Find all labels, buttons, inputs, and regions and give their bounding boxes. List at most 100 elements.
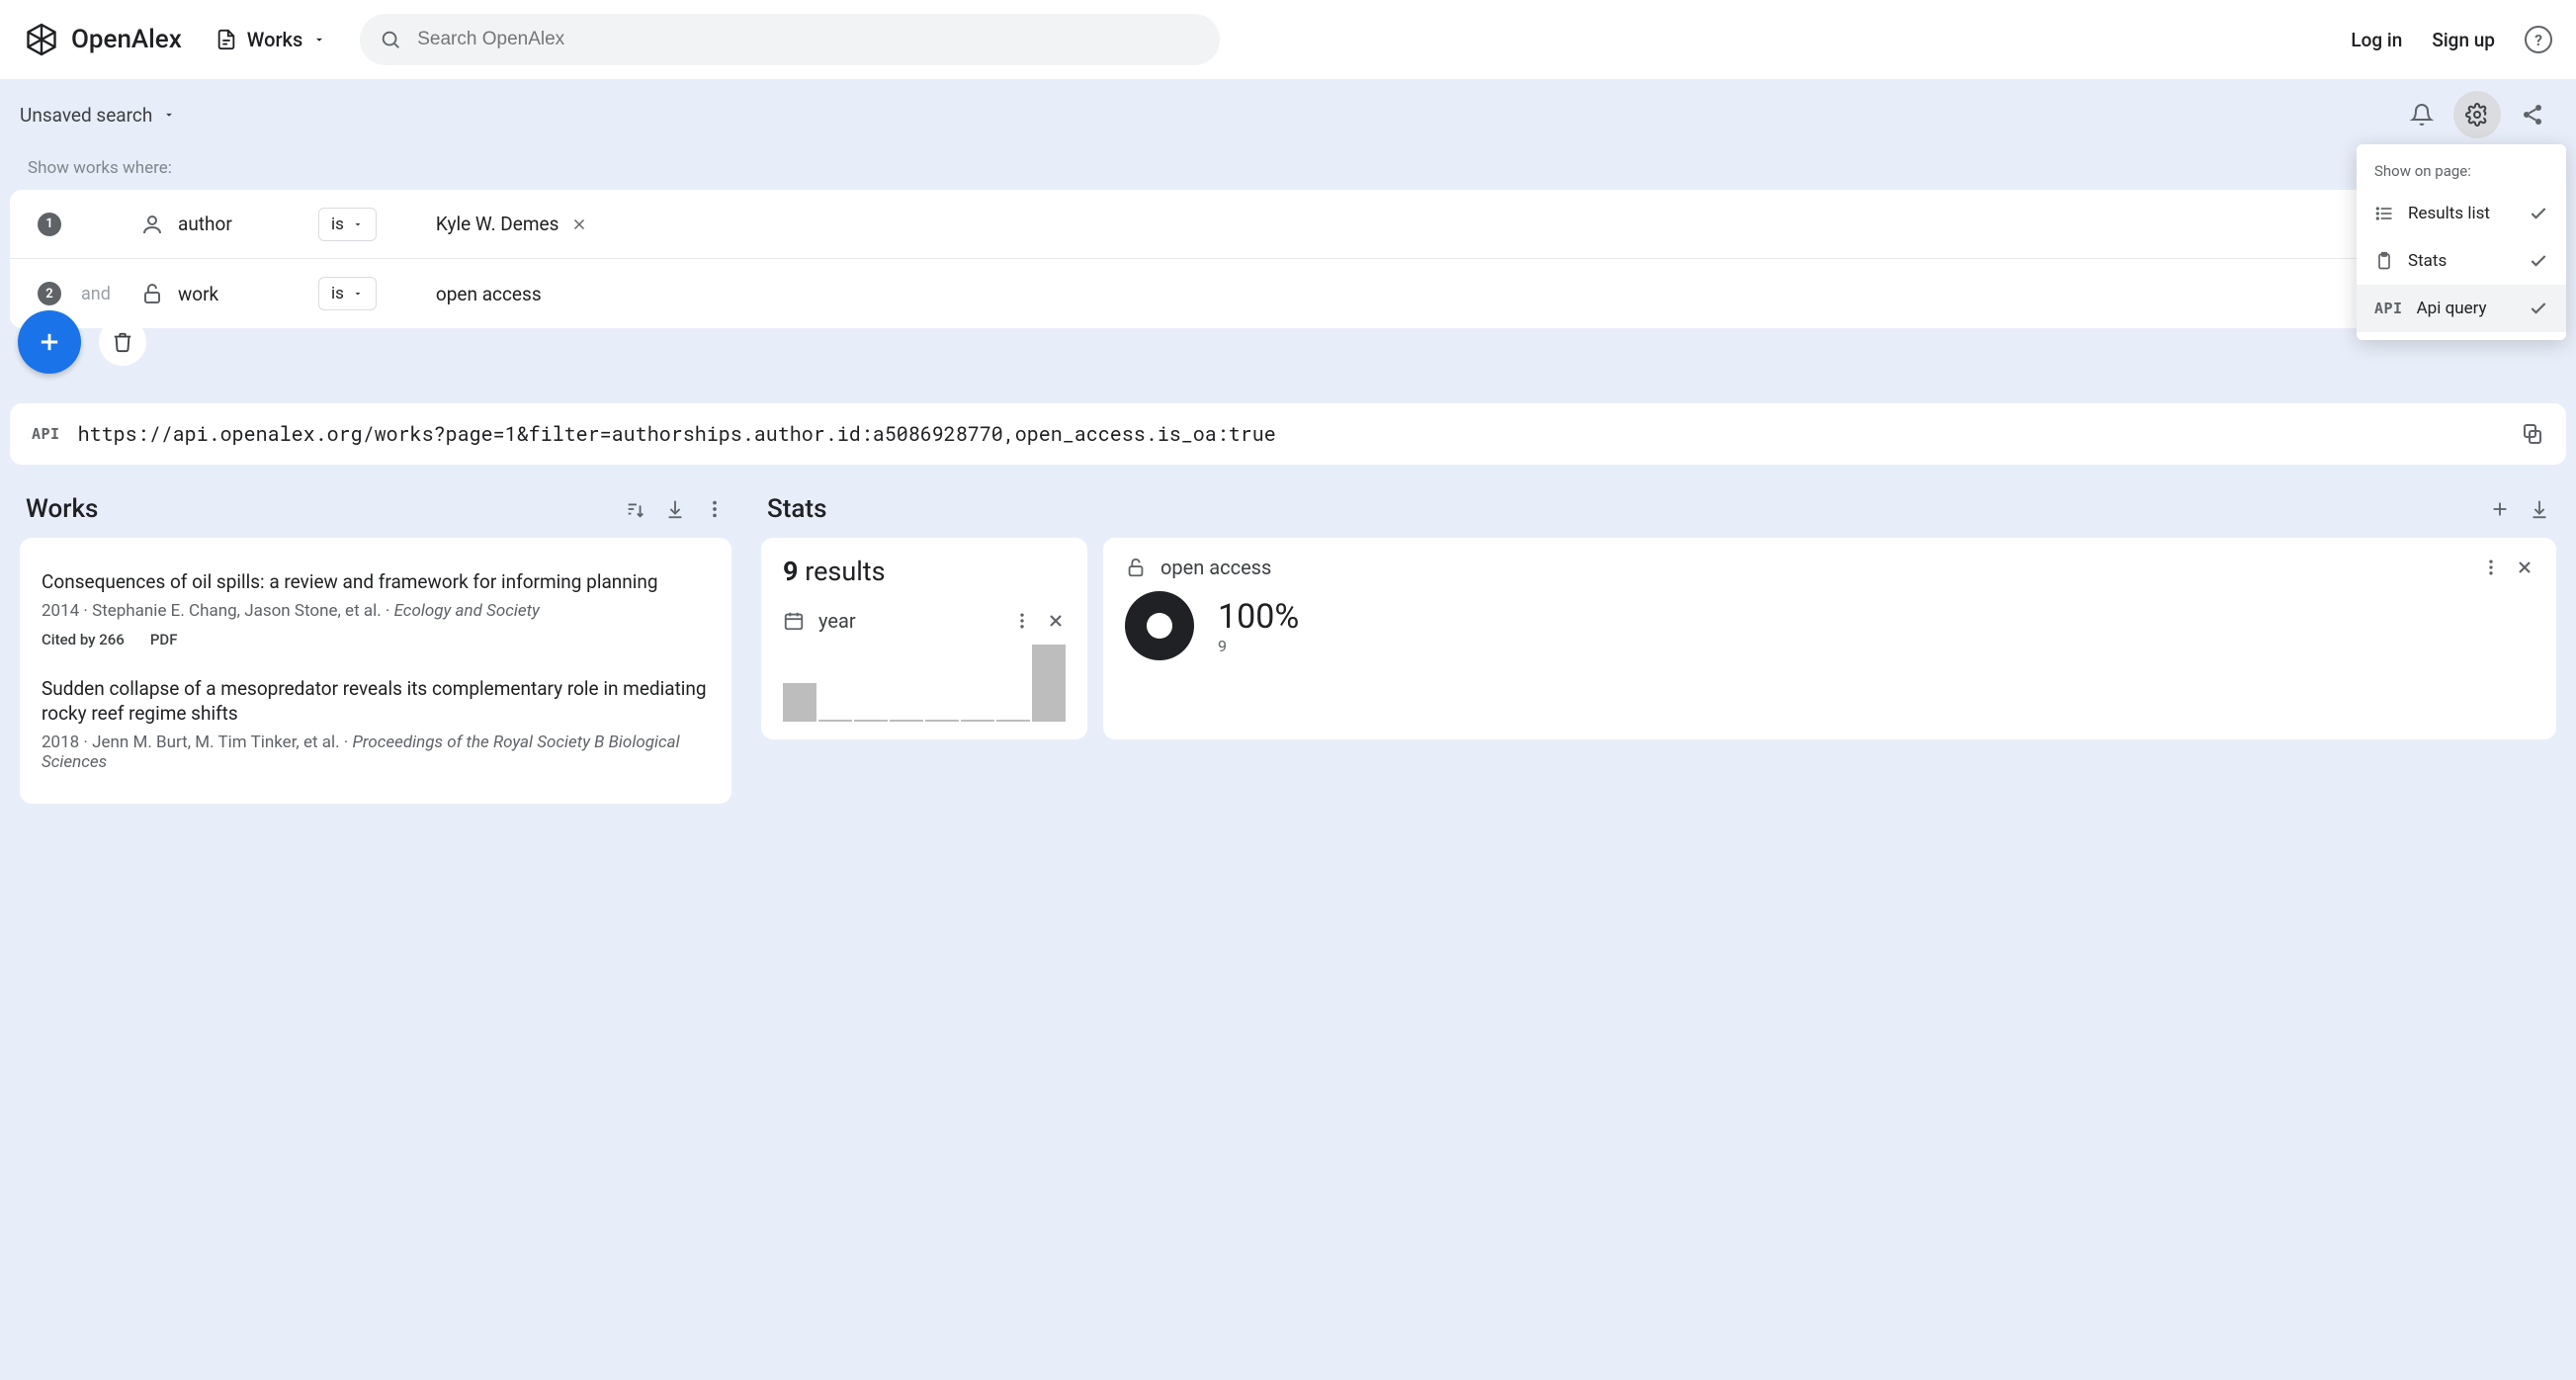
copy-icon bbox=[2521, 422, 2544, 446]
results-word: results bbox=[805, 556, 885, 587]
more-vert-icon bbox=[2481, 558, 2501, 577]
brand-name: OpenAlex bbox=[71, 25, 182, 54]
works-title: Works bbox=[26, 494, 98, 524]
check-icon bbox=[2529, 299, 2548, 318]
bar[interactable] bbox=[961, 720, 994, 722]
filter-operator[interactable]: is bbox=[318, 208, 377, 241]
sort-button[interactable] bbox=[625, 498, 646, 520]
check-icon bbox=[2529, 251, 2548, 271]
filter-index-badge: 2 bbox=[38, 282, 61, 305]
works-column: Works Consequences of oil spills: a revi… bbox=[20, 494, 731, 804]
remove-value-button[interactable] bbox=[568, 214, 590, 235]
oa-card-title: open access bbox=[1160, 556, 1271, 579]
bell-icon bbox=[2410, 103, 2434, 127]
works-list-card: Consequences of oil spills: a review and… bbox=[20, 538, 731, 804]
download-stats-button[interactable] bbox=[2529, 498, 2550, 520]
login-link[interactable]: Log in bbox=[2351, 29, 2402, 51]
filter-value[interactable]: open access bbox=[436, 283, 542, 305]
results-count-card: 9 results year bbox=[761, 538, 1087, 739]
search-icon bbox=[380, 29, 401, 50]
search-input[interactable] bbox=[417, 29, 1200, 50]
bar[interactable] bbox=[854, 720, 888, 722]
calendar-icon bbox=[783, 610, 805, 632]
menu-item-results-list[interactable]: Results list bbox=[2357, 190, 2566, 237]
oa-close-button[interactable] bbox=[2515, 558, 2534, 577]
chevron-down-icon bbox=[352, 218, 364, 230]
header-auth: Log in Sign up ? bbox=[2351, 26, 2552, 53]
works-more-button[interactable] bbox=[704, 498, 726, 520]
filter-value[interactable]: Kyle W. Demes bbox=[436, 213, 558, 235]
close-icon bbox=[2515, 558, 2534, 577]
pdf-link[interactable]: PDF bbox=[150, 631, 178, 648]
plus-icon bbox=[36, 328, 63, 356]
oa-count: 9 bbox=[1218, 637, 1299, 655]
year-bar-chart bbox=[783, 645, 1066, 722]
filter-join[interactable]: and bbox=[81, 284, 121, 304]
entity-selector[interactable]: Works bbox=[206, 28, 336, 51]
chevron-down-icon bbox=[352, 288, 364, 300]
work-meta: 2014 · Stephanie E. Chang, Jason Stone, … bbox=[42, 601, 710, 621]
lock-open-icon bbox=[1125, 557, 1147, 578]
notifications-button[interactable] bbox=[2398, 91, 2446, 138]
bar[interactable] bbox=[818, 720, 852, 722]
menu-item-label: Stats bbox=[2408, 251, 2447, 271]
cited-by-link[interactable]: Cited by 266 bbox=[42, 631, 125, 648]
results-count: 9 bbox=[783, 556, 799, 587]
copy-api-button[interactable] bbox=[2521, 422, 2544, 446]
work-title: Sudden collapse of a mesopredator reveal… bbox=[42, 676, 710, 727]
work-item[interactable]: Consequences of oil spills: a review and… bbox=[42, 556, 710, 662]
help-icon[interactable]: ? bbox=[2525, 26, 2552, 53]
share-button[interactable] bbox=[2509, 91, 2556, 138]
api-url[interactable]: https://api.openalex.org/works?page=1&fi… bbox=[78, 421, 2503, 447]
search-title: Unsaved search bbox=[20, 104, 152, 127]
menu-item-stats[interactable]: Stats bbox=[2357, 237, 2566, 285]
download-works-button[interactable] bbox=[664, 498, 686, 520]
filter-index-badge: 1 bbox=[38, 213, 61, 236]
more-vert-icon bbox=[704, 498, 726, 520]
more-vert-icon bbox=[1012, 611, 1032, 631]
app-header: OpenAlex Works Log in Sign up ? bbox=[0, 0, 2576, 79]
year-more-button[interactable] bbox=[1012, 611, 1032, 631]
person-icon bbox=[140, 213, 164, 236]
menu-item-label: Results list bbox=[2408, 204, 2490, 223]
settings-menu: Show on page: Results list Stats API Api… bbox=[2357, 144, 2566, 340]
filters-card: 1 author is Kyle W. Demes 2 and work is bbox=[10, 190, 2566, 328]
entity-label: Works bbox=[247, 28, 302, 51]
filter-operator[interactable]: is bbox=[318, 277, 377, 310]
bar[interactable] bbox=[996, 720, 1030, 722]
bar[interactable] bbox=[1032, 645, 1066, 722]
lock-open-icon bbox=[140, 282, 164, 305]
donut-chart bbox=[1125, 591, 1194, 660]
close-icon bbox=[570, 216, 588, 233]
add-filter-button[interactable] bbox=[18, 310, 81, 374]
brand-logo[interactable]: OpenAlex bbox=[24, 22, 182, 57]
saved-search-selector[interactable]: Unsaved search bbox=[20, 104, 176, 127]
delete-filters-button[interactable] bbox=[99, 318, 146, 366]
api-badge: API bbox=[32, 425, 60, 443]
filter-row: 1 author is Kyle W. Demes bbox=[10, 190, 2566, 259]
menu-heading: Show on page: bbox=[2357, 152, 2566, 190]
bar[interactable] bbox=[890, 720, 923, 722]
signup-link[interactable]: Sign up bbox=[2432, 29, 2495, 51]
work-item[interactable]: Sudden collapse of a mesopredator reveal… bbox=[42, 662, 710, 786]
open-access-card: open access 100% 9 bbox=[1103, 538, 2556, 739]
filter-field[interactable]: work bbox=[178, 283, 218, 305]
work-meta: 2018 · Jenn M. Burt, M. Tim Tinker, et a… bbox=[42, 733, 710, 772]
bar[interactable] bbox=[783, 683, 816, 722]
results-columns: Works Consequences of oil spills: a revi… bbox=[0, 465, 2576, 804]
share-icon bbox=[2521, 103, 2544, 127]
sort-icon bbox=[625, 498, 646, 520]
settings-button[interactable] bbox=[2453, 91, 2501, 138]
list-icon bbox=[2374, 204, 2394, 223]
add-stat-button[interactable] bbox=[2489, 498, 2511, 520]
plus-icon bbox=[2489, 498, 2511, 520]
year-card-title: year bbox=[818, 609, 856, 633]
bar[interactable] bbox=[925, 720, 959, 722]
menu-item-api-query[interactable]: API Api query bbox=[2357, 285, 2566, 332]
filter-field[interactable]: author bbox=[178, 213, 232, 235]
document-icon bbox=[215, 29, 237, 50]
global-search[interactable] bbox=[360, 14, 1220, 65]
oa-more-button[interactable] bbox=[2481, 558, 2501, 577]
year-close-button[interactable] bbox=[1046, 611, 1066, 631]
download-icon bbox=[664, 498, 686, 520]
